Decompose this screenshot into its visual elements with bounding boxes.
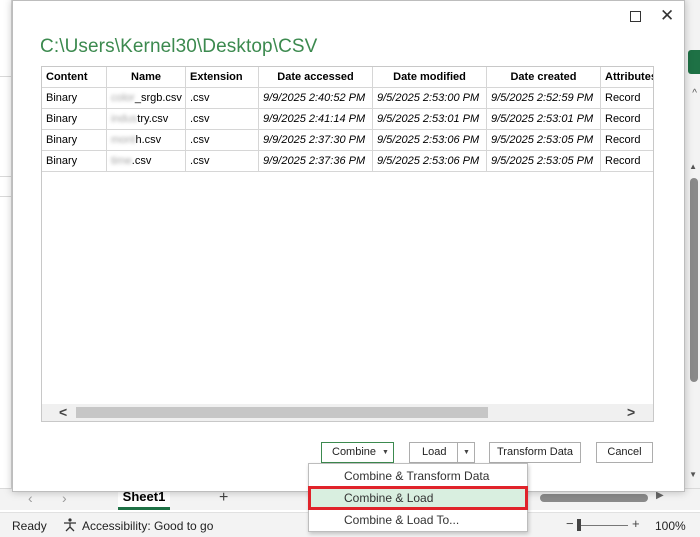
column-header: Content [42, 67, 107, 88]
blurred-name-part: time [111, 155, 132, 167]
cell-date-created: 9/5/2025 2:53:05 PM [487, 130, 601, 151]
cell-date-created: 9/5/2025 2:53:01 PM [487, 109, 601, 130]
cell-content: Binary [42, 109, 107, 130]
transform-data-button[interactable]: Transform Data [489, 442, 581, 463]
cell-date-accessed: 9/9/2025 2:41:14 PM [259, 109, 373, 130]
name-visible-part: _srgb.csv [134, 92, 182, 104]
cell-attributes: Record [601, 130, 653, 151]
column-header: Extension [186, 67, 259, 88]
cell-attributes: Record [601, 109, 653, 130]
table-header-row: Content Name Extension Date accessed Dat… [42, 67, 653, 88]
cell-date-created: 9/5/2025 2:53:05 PM [487, 151, 601, 172]
table-row: Binary industry.csv .csv 9/9/2025 2:41:1… [42, 109, 653, 130]
zoom-in-icon[interactable]: + [632, 516, 640, 531]
cell-extension: .csv [186, 109, 259, 130]
cell-content: Binary [42, 130, 107, 151]
table-scroll-thumb[interactable] [76, 407, 488, 418]
cell-date-modified: 9/5/2025 2:53:01 PM [373, 109, 487, 130]
table-row: Binary time.csv .csv 9/9/2025 2:37:36 PM… [42, 151, 653, 172]
cell-attributes: Record [601, 88, 653, 109]
load-split-button[interactable]: Load ▼ [409, 442, 475, 463]
row-gridline [0, 76, 12, 77]
row-header-strip [0, 0, 12, 490]
split-divider [457, 443, 458, 462]
sheet-next-icon[interactable]: › [62, 490, 67, 506]
combine-button-label: Combine [332, 446, 377, 458]
zoom-out-icon[interactable]: − [566, 516, 574, 531]
zoom-slider-track[interactable] [580, 525, 628, 526]
table-horizontal-scrollbar[interactable]: < > [42, 404, 653, 421]
cell-name: industry.csv [107, 109, 186, 130]
vertical-scroll-thumb[interactable] [690, 178, 698, 382]
scroll-up-arrow-icon[interactable]: ▲ [689, 162, 697, 171]
menu-item-combine-load-to[interactable]: Combine & Load To... [309, 509, 527, 531]
maximize-icon[interactable] [630, 11, 641, 22]
chevron-up-icon[interactable]: ^ [692, 88, 697, 99]
cell-attributes: Record [601, 151, 653, 172]
caret-down-icon[interactable]: ▼ [463, 443, 470, 462]
combine-dropdown-menu: Combine & Transform Data Combine & Load … [308, 463, 528, 532]
folder-path-title: C:\Users\Kernel30\Desktop\CSV [40, 36, 318, 57]
cell-date-modified: 9/5/2025 2:53:06 PM [373, 130, 487, 151]
cell-name: time.csv [107, 151, 186, 172]
menu-item-combine-transform[interactable]: Combine & Transform Data [309, 465, 527, 487]
caret-down-icon: ▼ [382, 449, 389, 456]
name-visible-part: try.csv [137, 113, 169, 125]
cell-date-modified: 9/5/2025 2:53:06 PM [373, 151, 487, 172]
zoom-slider-thumb[interactable] [577, 519, 581, 531]
blurred-name-part: indus [111, 113, 138, 125]
sheet-prev-icon[interactable]: ‹ [28, 490, 33, 506]
menu-item-combine-load[interactable]: Combine & Load [308, 486, 528, 510]
row-gridline [0, 176, 12, 177]
chevron-left-icon[interactable]: < [59, 404, 67, 421]
cell-name: month.csv [107, 130, 186, 151]
column-header: Date accessed [259, 67, 373, 88]
accessibility-status[interactable]: Accessibility: Good to go [82, 519, 213, 533]
cell-extension: .csv [186, 130, 259, 151]
zoom-level[interactable]: 100% [655, 519, 686, 533]
table-row: Binary month.csv .csv 9/9/2025 2:37:30 P… [42, 130, 653, 151]
sheet-horizontal-scroll-thumb[interactable] [540, 494, 648, 502]
cell-date-accessed: 9/9/2025 2:37:36 PM [259, 151, 373, 172]
status-ready: Ready [12, 519, 47, 533]
column-header: Name [107, 67, 186, 88]
row-gridline [0, 196, 12, 197]
name-visible-part: .csv [131, 155, 152, 167]
cell-content: Binary [42, 151, 107, 172]
cell-date-modified: 9/5/2025 2:53:00 PM [373, 88, 487, 109]
cell-content: Binary [42, 88, 107, 109]
close-icon[interactable]: ✕ [660, 7, 674, 24]
cancel-button[interactable]: Cancel [596, 442, 653, 463]
cell-extension: .csv [186, 88, 259, 109]
cell-date-accessed: 9/9/2025 2:40:52 PM [259, 88, 373, 109]
cell-extension: .csv [186, 151, 259, 172]
column-header: Attributes [601, 67, 653, 88]
chevron-right-icon[interactable]: > [627, 404, 635, 421]
cell-date-accessed: 9/9/2025 2:37:30 PM [259, 130, 373, 151]
cell-date-created: 9/5/2025 2:52:59 PM [487, 88, 601, 109]
load-button-label: Load [422, 446, 447, 458]
combine-dropdown-button[interactable]: Combine ▼ [321, 442, 394, 463]
vertical-scrollbar[interactable]: ^ ▲ ▼ [684, 0, 700, 490]
share-button[interactable] [688, 50, 700, 74]
blurred-name-part: color [111, 92, 135, 104]
accessibility-icon[interactable] [62, 518, 78, 532]
file-preview-table: Content Name Extension Date accessed Dat… [41, 66, 654, 422]
blurred-name-part: mont [111, 134, 136, 146]
table-row: Binary color_srgb.csv .csv 9/9/2025 2:40… [42, 88, 653, 109]
cell-name: color_srgb.csv [107, 88, 186, 109]
scroll-down-arrow-icon[interactable]: ▼ [689, 470, 697, 479]
name-visible-part: h.csv [135, 134, 162, 146]
column-header: Date created [487, 67, 601, 88]
column-header: Date modified [373, 67, 487, 88]
csv-folder-dialog: ✕ C:\Users\Kernel30\Desktop\CSV Content … [12, 0, 685, 492]
